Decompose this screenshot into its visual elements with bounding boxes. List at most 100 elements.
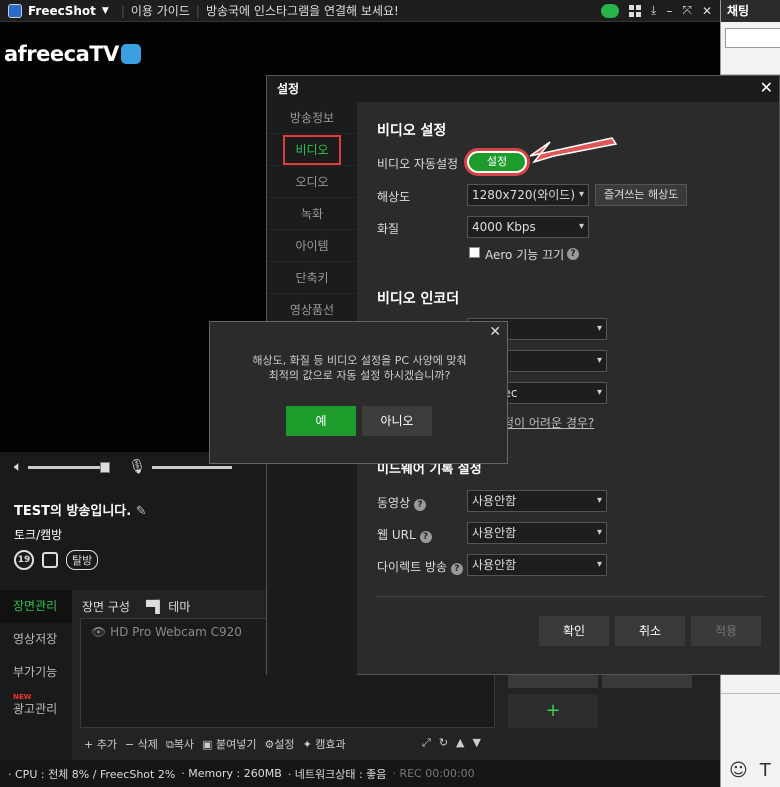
app-name: FreecShot bbox=[28, 3, 96, 18]
divider: | bbox=[120, 3, 125, 18]
add-button[interactable]: + 추가 bbox=[84, 736, 117, 752]
chevron-down-icon: ▾ bbox=[596, 559, 602, 570]
source-row[interactable]: 👁︎ HD Pro Webcam C920 bbox=[91, 625, 242, 639]
settings-title: 설정 bbox=[267, 76, 779, 102]
instagram-link[interactable]: 방송국에 인스타그램을 연결해 보세요! bbox=[206, 2, 399, 19]
help-icon[interactable]: ? bbox=[450, 563, 463, 575]
paste-button[interactable]: ▣ 붙여넣기 bbox=[202, 736, 256, 752]
mic-volume-slider[interactable] bbox=[152, 465, 233, 469]
red-arrow-annotation bbox=[529, 137, 618, 164]
slider-knob[interactable] bbox=[100, 461, 111, 473]
chevron-down-icon: ▾ bbox=[596, 323, 602, 334]
age-19-badge[interactable]: 19 bbox=[14, 550, 34, 570]
status-bar: · CPU : 전체 8% / FreecShot 2% · Memory : … bbox=[0, 760, 720, 787]
ok-button[interactable]: 확인 bbox=[539, 616, 609, 646]
emoji-icon[interactable]: ☺ bbox=[729, 760, 748, 781]
cam-effect-button[interactable]: ✦ 캠효과 bbox=[303, 736, 346, 752]
cpu-status: · CPU : 전체 8% / FreecShot 2% bbox=[8, 767, 176, 781]
fullscreen-icon[interactable]: ⤧ bbox=[682, 3, 692, 18]
settings-close-icon[interactable]: ✕ bbox=[760, 78, 773, 97]
move-down-icon[interactable]: ▼ bbox=[473, 736, 481, 750]
expand-icon[interactable]: ⤢ bbox=[422, 736, 431, 750]
chat-bubble-icon[interactable] bbox=[601, 3, 620, 18]
paste-icon: ▣ bbox=[202, 738, 213, 751]
guide-link[interactable]: 이용 가이드 bbox=[131, 2, 190, 19]
eye-icon[interactable]: 👁︎ bbox=[91, 625, 106, 639]
network-text: 네트워크상태 : 좋음 bbox=[294, 767, 387, 781]
movie-select[interactable]: 사용안함 ▾ bbox=[467, 490, 607, 512]
web-url-label-text: 웹 URL bbox=[377, 528, 416, 542]
source-name: HD Pro Webcam C920 bbox=[110, 625, 242, 639]
bottom-left-nav: 장면관리 영상저장 부가기능 NEW 광고관리 bbox=[0, 590, 72, 760]
resolution-select[interactable]: 1280x720(와이드) ▾ bbox=[467, 184, 589, 206]
aero-label: Aero 기능 끄기 bbox=[485, 248, 565, 262]
settings-tab-items[interactable]: 아이템 bbox=[267, 230, 357, 262]
cam-effect-label: 캠효과 bbox=[315, 738, 346, 751]
source-order-controls: ⤢ ↻ ▲ ▼ bbox=[422, 736, 481, 750]
cancel-button[interactable]: 취소 bbox=[615, 616, 685, 646]
microphone-icon[interactable]: 🎙︎ bbox=[128, 459, 146, 475]
lock-icon[interactable] bbox=[42, 552, 58, 568]
chevron-down-icon: ▾ bbox=[596, 527, 602, 538]
chevron-down-icon: ▾ bbox=[596, 355, 602, 366]
move-up-icon[interactable]: ▲ bbox=[456, 736, 464, 750]
gear-icon: ⚙ bbox=[264, 738, 275, 751]
copy-button[interactable]: ⧉복사 bbox=[166, 736, 194, 752]
app-menu-dropdown-icon[interactable]: ▼ bbox=[102, 6, 109, 16]
confirm-dialog: ✕ 해상도, 화질 등 비디오 설정을 PC 사양에 맞춰 최적의 값으로 자동… bbox=[209, 321, 508, 464]
confirm-message-line2: 최적의 값으로 자동 설정 하시겠습니까? bbox=[268, 369, 451, 382]
source-actions: + 추가 − 삭제 ⧉복사 ▣ 붙여넣기 ⚙설정 ✦ 캠효과 bbox=[84, 736, 346, 752]
apply-button[interactable]: 적용 bbox=[691, 616, 761, 646]
speaker-volume-slider[interactable] bbox=[28, 461, 111, 473]
minimize-icon[interactable]: – bbox=[666, 4, 672, 18]
video-auto-label: 비디오 자동설정 bbox=[377, 157, 459, 171]
favorite-resolution-button[interactable]: 즐겨쓰는 해상도 bbox=[595, 184, 688, 206]
broadcast-category: 토크/캠방 bbox=[14, 528, 63, 542]
quality-value: 4000 Kbps bbox=[472, 220, 536, 234]
confirm-yes-button[interactable]: 예 bbox=[286, 406, 356, 436]
direct-broadcast-select[interactable]: 사용안함 ▾ bbox=[467, 554, 607, 576]
edit-pencil-icon[interactable]: ✎ bbox=[136, 504, 147, 519]
delete-button[interactable]: − 삭제 bbox=[125, 736, 158, 752]
help-icon[interactable]: ? bbox=[419, 531, 432, 543]
talbang-badge[interactable]: 탈방 bbox=[66, 550, 99, 570]
settings-tab-video[interactable]: 비디오 bbox=[267, 134, 357, 166]
settings-tab-broadcast-info[interactable]: 방송정보 bbox=[267, 102, 357, 134]
scene-tabs: 장면 구성 ▀▌ 테마 bbox=[82, 598, 190, 615]
divider bbox=[721, 693, 780, 694]
nav-ad-management[interactable]: 광고관리 bbox=[0, 701, 72, 721]
quality-select[interactable]: 4000 Kbps ▾ bbox=[467, 216, 589, 238]
settings-label: 설정 bbox=[274, 738, 295, 751]
confirm-no-button[interactable]: 아니오 bbox=[362, 406, 432, 436]
nav-extra-features[interactable]: 부가기능 bbox=[0, 656, 72, 689]
rotate-icon[interactable]: ↻ bbox=[439, 736, 448, 750]
add-scene-button[interactable]: + bbox=[508, 694, 598, 728]
paste-label: 붙여넣기 bbox=[215, 738, 257, 751]
encoder-help-link[interactable]: 정이 어려운 경우? bbox=[503, 414, 594, 431]
tab-scene-composition[interactable]: 장면 구성 bbox=[82, 598, 130, 615]
web-url-label: 웹 URL ? bbox=[377, 526, 432, 543]
help-icon[interactable]: ? bbox=[413, 499, 426, 511]
chevron-down-icon: ▾ bbox=[578, 221, 584, 232]
speaker-icon[interactable]: 🔈︎ bbox=[14, 459, 22, 475]
aero-checkbox[interactable] bbox=[469, 247, 480, 258]
confirm-close-icon[interactable]: ✕ bbox=[489, 324, 501, 340]
settings-button[interactable]: ⚙설정 bbox=[264, 736, 294, 752]
settings-tab-shortcuts[interactable]: 단축키 bbox=[267, 262, 357, 294]
tab-theme[interactable]: ▀▌ 테마 bbox=[146, 598, 190, 615]
nav-scene-management[interactable]: 장면관리 bbox=[0, 590, 72, 623]
divider bbox=[375, 596, 765, 597]
web-url-select[interactable]: 사용안함 ▾ bbox=[467, 522, 607, 544]
close-icon[interactable]: ✕ bbox=[702, 4, 712, 18]
settings-tab-audio[interactable]: 오디오 bbox=[267, 166, 357, 198]
settings-tab-recording[interactable]: 녹화 bbox=[267, 198, 357, 230]
download-icon[interactable]: ⤓ bbox=[651, 3, 656, 18]
text-format-icon[interactable]: T bbox=[760, 760, 771, 781]
layout-grid-icon[interactable] bbox=[629, 4, 642, 17]
direct-broadcast-value: 사용안함 bbox=[472, 558, 517, 572]
nav-video-save[interactable]: 영상저장 bbox=[0, 623, 72, 656]
divider: | bbox=[195, 3, 200, 18]
chat-search-input[interactable] bbox=[725, 28, 780, 48]
help-icon[interactable]: ? bbox=[567, 248, 579, 260]
video-auto-setup-button[interactable]: 설정 bbox=[467, 151, 527, 173]
